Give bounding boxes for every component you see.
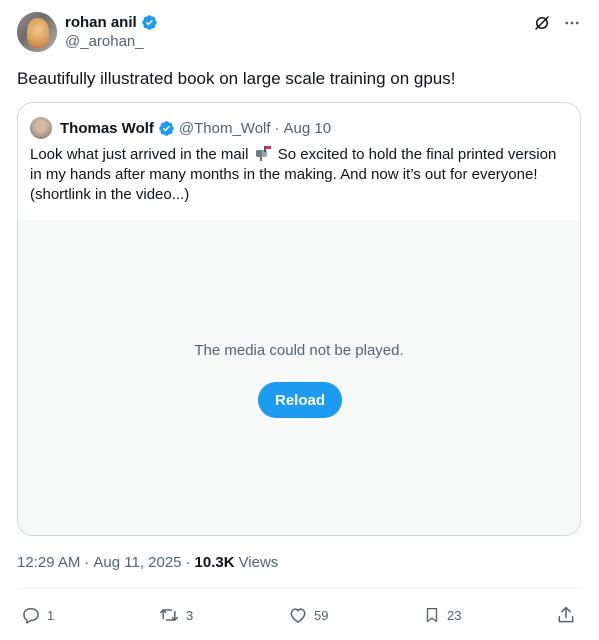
like-button[interactable]: 59: [288, 604, 328, 626]
reply-button[interactable]: 1: [21, 604, 54, 626]
separator-dot: ·: [185, 554, 191, 571]
quote-author-name[interactable]: Thomas Wolf: [60, 120, 154, 137]
more-icon[interactable]: [562, 13, 582, 33]
quote-date[interactable]: Aug 10: [284, 120, 332, 137]
quote-tweet[interactable]: Thomas Wolf @Thom_Wolf · Aug 10 Look wha…: [17, 102, 581, 536]
verified-badge-icon: [141, 14, 158, 31]
share-button[interactable]: [556, 604, 576, 626]
bookmark-count: 23: [447, 607, 462, 623]
repost-count: 3: [186, 607, 194, 623]
share-icon: [556, 605, 576, 625]
action-bar: 1 3 59 23: [17, 604, 582, 626]
bookmark-icon: [423, 605, 441, 625]
repost-icon: [158, 605, 180, 625]
tweet-time[interactable]: 12:29 AM: [17, 554, 80, 571]
like-count: 59: [314, 607, 329, 623]
media-placeholder: The media could not be played. Reload: [18, 220, 580, 535]
separator-dot: ·: [274, 119, 280, 137]
repost-button[interactable]: 3: [158, 604, 193, 626]
quote-author-handle[interactable]: @Thom_Wolf: [179, 120, 271, 137]
like-icon: [288, 605, 308, 625]
separator-dot: ·: [84, 554, 90, 571]
author-info: rohan anil @_arohan_: [65, 12, 158, 50]
verified-badge-icon: [158, 120, 175, 137]
tweet-text: Beautifully illustrated book on large sc…: [17, 69, 456, 88]
reply-icon: [21, 605, 41, 625]
avatar[interactable]: [17, 12, 57, 52]
reload-button[interactable]: Reload: [258, 382, 342, 418]
quote-avatar[interactable]: [30, 117, 52, 139]
tweet-meta: 12:29 AM · Aug 11, 2025 · 10.3K Views: [17, 554, 278, 571]
media-error-message: The media could not be played.: [194, 342, 404, 359]
author-name[interactable]: rohan anil: [65, 14, 137, 31]
views-count: 10.3K: [194, 554, 235, 571]
grok-icon[interactable]: [532, 13, 552, 33]
tweet: rohan anil @_arohan_ Beautifully illustr…: [0, 0, 599, 640]
author-handle[interactable]: @_arohan_: [65, 33, 158, 50]
quote-header: Thomas Wolf @Thom_Wolf · Aug 10: [30, 117, 331, 139]
views-label: Views: [238, 554, 279, 571]
bookmark-button[interactable]: 23: [423, 604, 461, 626]
reply-count: 1: [47, 607, 55, 623]
divider: [17, 588, 582, 589]
quote-text: Look what just arrived in the mail So ex…: [30, 145, 560, 205]
header-actions: [532, 13, 582, 33]
tweet-date[interactable]: Aug 11, 2025: [93, 554, 181, 571]
quote-text-before: Look what just arrived in the mail: [30, 146, 249, 163]
mailbox-icon: [255, 146, 272, 161]
